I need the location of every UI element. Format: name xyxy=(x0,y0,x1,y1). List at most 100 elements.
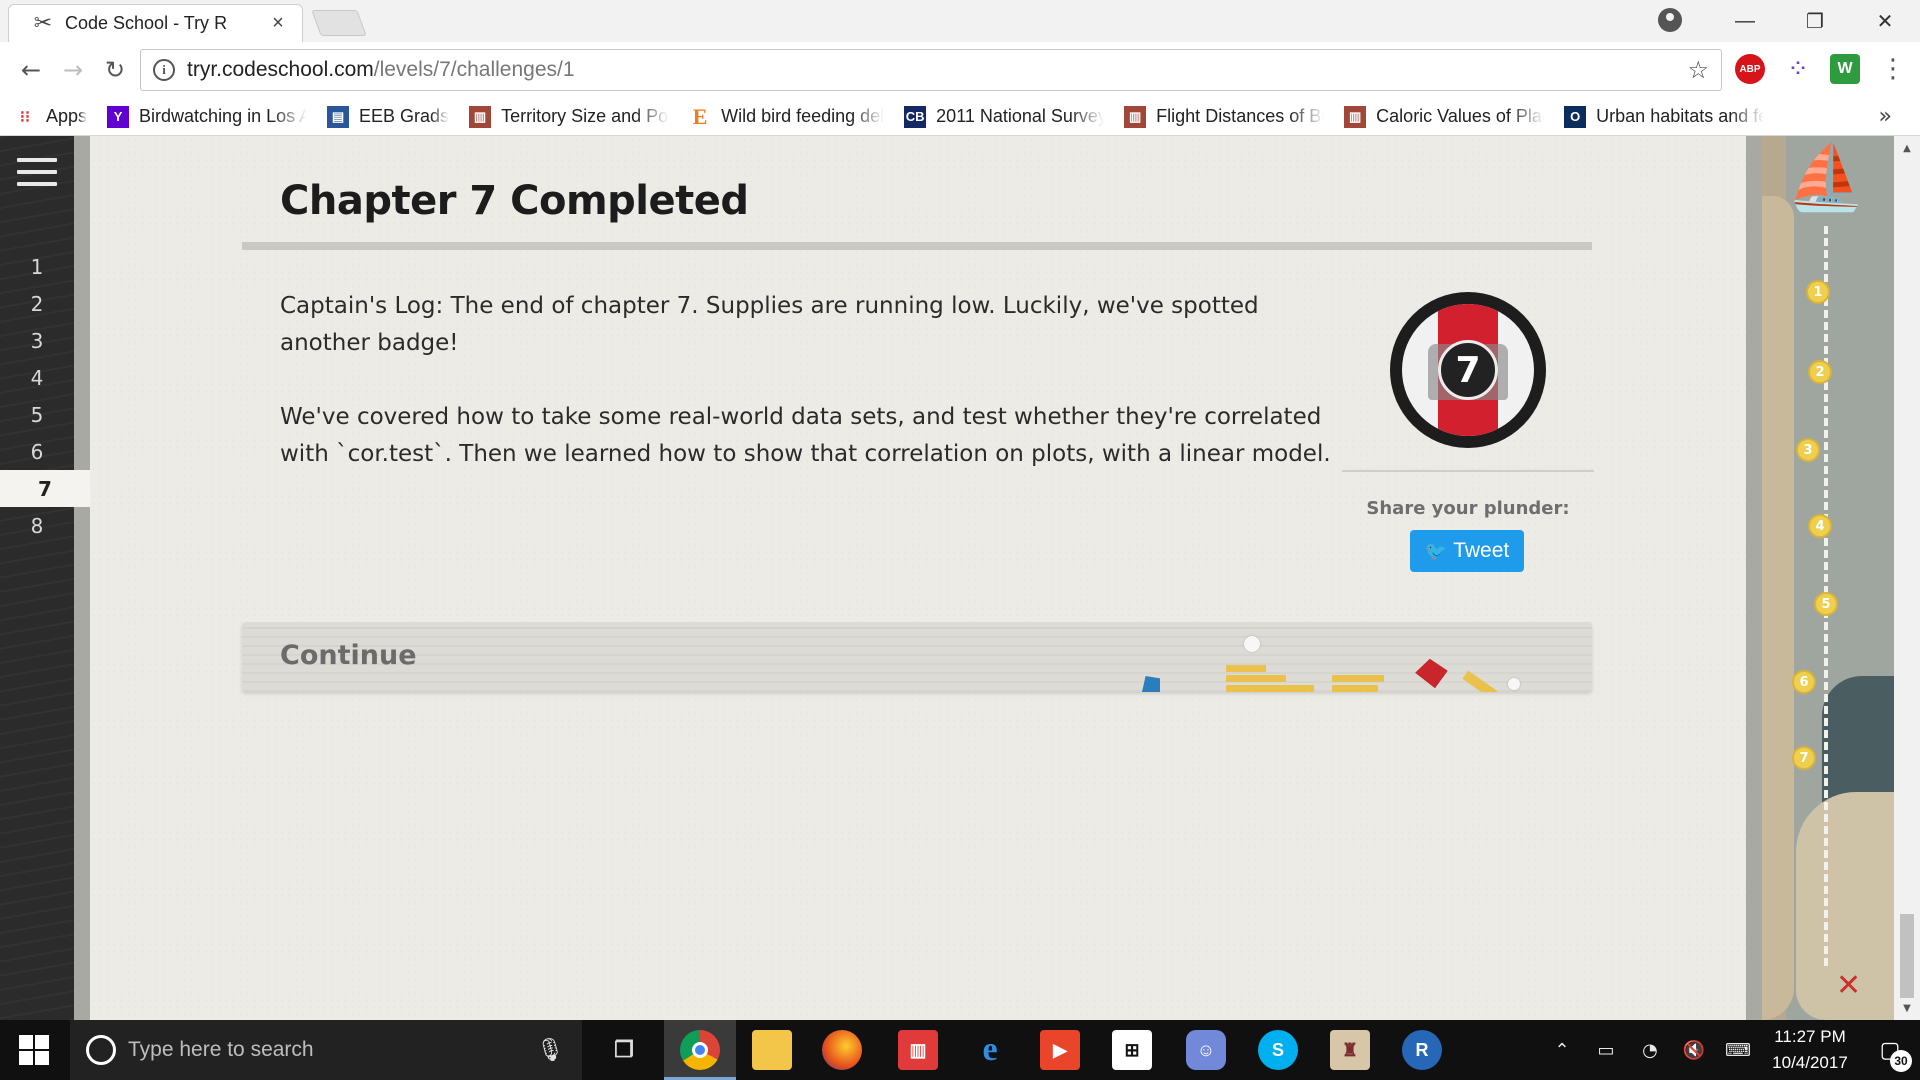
chapter-badge: 7 xyxy=(1390,292,1546,448)
challenge-content: Chapter 7 Completed Captain's Log: The e… xyxy=(90,136,1746,1020)
extension-shield-icon[interactable]: W xyxy=(1830,54,1860,84)
taskbar-search-input[interactable]: Type here to search xyxy=(128,1038,536,1062)
volume-muted-icon[interactable]: 🔇 xyxy=(1672,1040,1716,1061)
file-explorer-icon[interactable] xyxy=(752,1030,792,1070)
oxford-icon: O xyxy=(1564,105,1587,128)
level-link[interactable]: 3 xyxy=(0,322,74,359)
browser-toolbar: ← → ↻ i tryr.codeschool.com/levels/7/cha… xyxy=(0,42,1920,98)
back-button[interactable]: ← xyxy=(10,49,52,91)
bookmark-item[interactable]: Y Birdwatching in Los A xyxy=(107,98,307,136)
pearl-icon xyxy=(1244,636,1260,652)
bookmark-label: Birdwatching in Los A xyxy=(139,106,308,126)
log-paragraph-2: We've covered how to take some real-worl… xyxy=(280,404,1331,467)
bookmark-item[interactable]: E Wild bird feeding del xyxy=(689,98,884,136)
level-link[interactable]: 8 xyxy=(0,507,74,544)
level-link[interactable]: 5 xyxy=(0,396,74,433)
action-center-icon[interactable]: ▢ 30 xyxy=(1860,1020,1920,1080)
journal-icon: ▥ xyxy=(1344,105,1367,128)
map-level-node[interactable]: 4 xyxy=(1808,514,1832,538)
task-view-icon[interactable]: ❐ xyxy=(604,1030,644,1070)
skype-icon[interactable]: S xyxy=(1258,1030,1298,1070)
chrome-app-icon[interactable] xyxy=(680,1030,720,1070)
census-icon: CB xyxy=(904,105,927,128)
store-icon[interactable]: ⊞ xyxy=(1112,1030,1152,1070)
page-scrollbar[interactable]: ▲ ▼ xyxy=(1894,136,1920,1020)
title-divider xyxy=(242,242,1592,250)
tab-close-icon[interactable]: × xyxy=(268,12,288,35)
map-level-node[interactable]: 7 xyxy=(1792,746,1816,770)
tweet-label: Tweet xyxy=(1453,539,1510,562)
continue-button[interactable]: Continue xyxy=(242,622,1592,692)
bookmark-star-icon[interactable]: ☆ xyxy=(1687,56,1709,84)
adblock-plus-icon[interactable]: ABP xyxy=(1735,54,1765,84)
scroll-thumb[interactable] xyxy=(1900,914,1914,998)
address-bar[interactable]: i tryr.codeschool.com/levels/7/challenge… xyxy=(140,49,1722,91)
reader-app-icon[interactable]: ▥ xyxy=(898,1030,938,1070)
taskbar-clock[interactable]: 11:27 PM 10/4/2017 xyxy=(1760,1024,1860,1076)
chrome-menu-icon[interactable]: ⋮ xyxy=(1878,54,1908,84)
bookmark-item[interactable]: O Urban habitats and fe xyxy=(1564,98,1764,136)
wifi-icon[interactable]: ◔ xyxy=(1628,1040,1672,1061)
level-link[interactable]: 1 xyxy=(0,248,74,285)
level-link[interactable]: 6 xyxy=(0,433,74,470)
minimize-button[interactable]: — xyxy=(1710,0,1780,42)
office-app-icon[interactable]: ▶ xyxy=(1040,1030,1080,1070)
scroll-down-arrow-icon[interactable]: ▼ xyxy=(1894,998,1920,1018)
microphone-icon[interactable]: 🎙 xyxy=(536,1038,564,1063)
share-label: Share your plunder: xyxy=(1366,498,1570,519)
windows-start-icon[interactable] xyxy=(10,1034,58,1066)
page-viewport: 12345678 Chapter 7 Completed Captain's L… xyxy=(0,136,1920,1020)
badge-divider xyxy=(1342,470,1594,472)
reload-button[interactable]: ↻ xyxy=(94,49,136,91)
bookmarks-overflow-button[interactable]: » xyxy=(1879,104,1892,129)
bookmark-item[interactable]: ⁝⁝ Apps xyxy=(14,98,87,136)
map-level-node[interactable]: 6 xyxy=(1792,670,1816,694)
tray-overflow-icon[interactable]: ⌃ xyxy=(1540,1040,1584,1061)
browser-tab-active[interactable]: ✂ Code School - Try R × xyxy=(8,4,303,42)
extension-dots-icon[interactable]: ⁘ xyxy=(1783,54,1813,84)
new-tab-button[interactable] xyxy=(311,10,367,36)
close-window-button[interactable]: ✕ xyxy=(1850,0,1920,42)
info-icon[interactable]: i xyxy=(153,59,175,81)
bookmark-label: Flight Distances of Bi xyxy=(1156,106,1325,126)
taskbar-search[interactable]: Type here to search 🎙 xyxy=(70,1020,582,1080)
restore-button[interactable]: ❐ xyxy=(1780,0,1850,42)
windows-taskbar: Type here to search 🎙 ❐ ▥ e ▶ ⊞ ☺ S ♜ R … xyxy=(0,1020,1920,1080)
yahoo-icon: Y xyxy=(107,105,130,128)
apps-grid-icon: ⁝⁝ xyxy=(19,108,31,126)
cortana-icon[interactable] xyxy=(86,1035,116,1065)
journal-icon: ▥ xyxy=(469,105,492,128)
level-link[interactable]: 7 xyxy=(0,470,90,507)
level-link[interactable]: 2 xyxy=(0,285,74,322)
game-app-icon[interactable]: ♜ xyxy=(1330,1030,1370,1070)
twitter-bird-icon: 🐦 xyxy=(1424,540,1448,561)
level-sidebar: 12345678 xyxy=(0,136,90,1020)
r-app-icon[interactable]: R xyxy=(1402,1030,1442,1070)
map-level-node[interactable]: 5 xyxy=(1814,592,1838,616)
bookmark-item[interactable]: ▥ Caloric Values of Plan xyxy=(1344,98,1544,136)
bookmark-label: Territory Size and Pop xyxy=(501,106,670,126)
bookmark-item[interactable]: ▤ EEB Grads xyxy=(327,98,449,136)
forward-button[interactable]: → xyxy=(52,49,94,91)
tweet-button[interactable]: 🐦 Tweet xyxy=(1410,530,1524,572)
bookmark-item[interactable]: ▥ Flight Distances of Bi xyxy=(1124,98,1324,136)
edge-icon[interactable]: e xyxy=(970,1030,1010,1070)
discord-icon[interactable]: ☺ xyxy=(1186,1030,1226,1070)
gold-bar-icon xyxy=(1462,670,1498,692)
bookmark-item[interactable]: ▥ Territory Size and Pop xyxy=(469,98,669,136)
badge-number: 7 xyxy=(1438,340,1498,400)
battery-icon[interactable]: ▭ xyxy=(1584,1040,1628,1061)
hamburger-menu-icon[interactable] xyxy=(17,158,57,188)
scroll-up-arrow-icon[interactable]: ▲ xyxy=(1894,138,1920,158)
profile-icon[interactable] xyxy=(1658,8,1682,32)
keyboard-icon[interactable]: ⌨ xyxy=(1716,1040,1760,1061)
firefox-icon[interactable] xyxy=(822,1030,862,1070)
map-level-node[interactable]: 2 xyxy=(1808,360,1832,384)
page-title: Chapter 7 Completed xyxy=(280,178,749,224)
map-level-node[interactable]: 3 xyxy=(1796,438,1820,462)
map-level-node[interactable]: 1 xyxy=(1806,280,1830,304)
bookmark-item[interactable]: CB 2011 National Survey xyxy=(904,98,1104,136)
url-text[interactable]: tryr.codeschool.com/levels/7/challenges/… xyxy=(187,58,1687,82)
level-link[interactable]: 4 xyxy=(0,359,74,396)
bookmark-label: Urban habitats and fe xyxy=(1596,106,1765,126)
